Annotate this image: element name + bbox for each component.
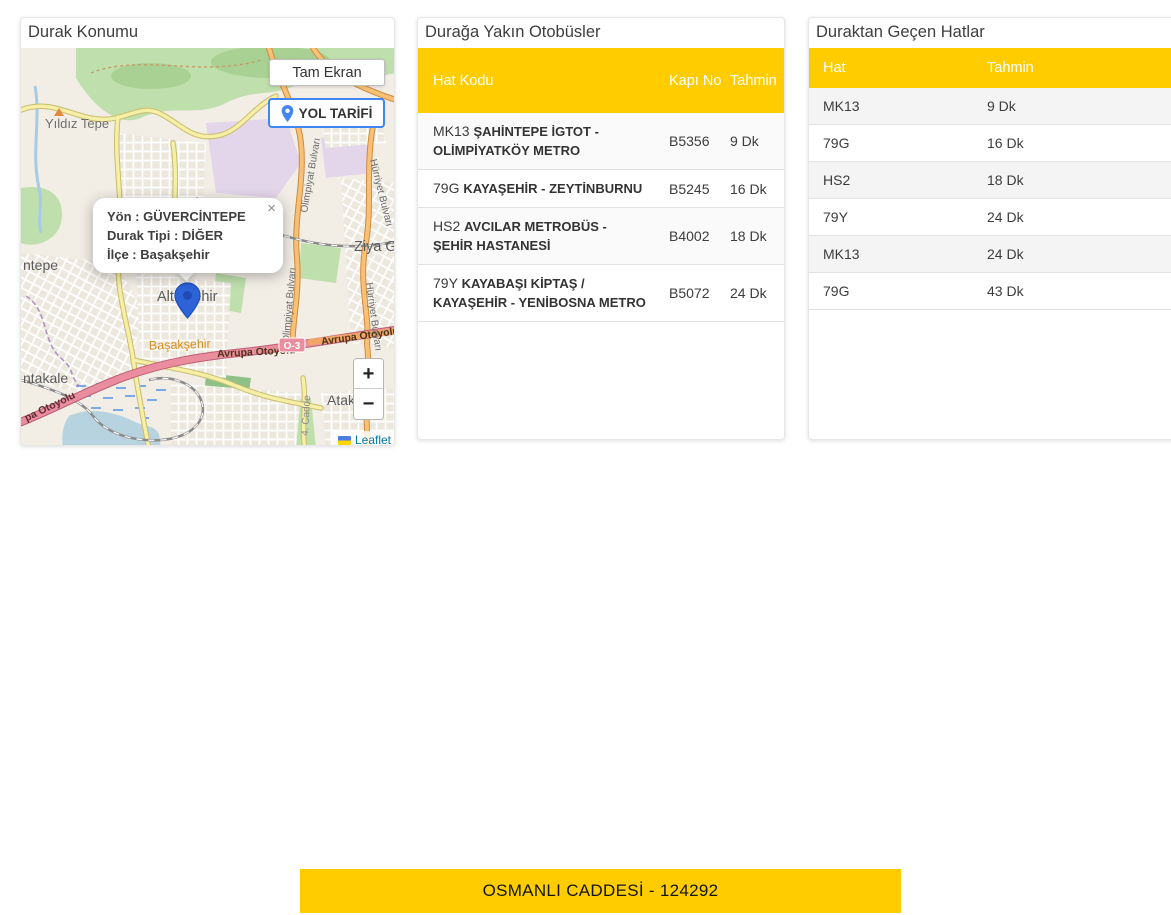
popup-stop-type: Durak Tipi : DİĞER — [107, 228, 224, 243]
column-header-tahmin: Tahmin — [730, 72, 777, 89]
line-code: 79Y — [823, 209, 848, 225]
passing-lines-title: Duraktan Geçen Hatlar — [816, 23, 985, 41]
door-number: B5245 — [669, 180, 710, 197]
route-code: 79Y — [433, 275, 458, 291]
column-header-hat: Hat — [823, 60, 846, 76]
map-label: Atak — [327, 392, 356, 408]
close-icon[interactable]: × — [267, 201, 276, 216]
leaflet-map[interactable]: Yıldız Tepe ntepe ntakale Altınşehir Ziy… — [21, 48, 395, 445]
eta-value: 43 Dk — [987, 283, 1024, 299]
passing-lines-rows: MK13 9 Dk 79G 16 Dk HS2 18 Dk 79Y 24 Dk … — [809, 88, 1171, 310]
map-attribution: Leaflet — [331, 431, 394, 445]
eta-value: 16 Dk — [987, 135, 1024, 151]
popup-direction: Yön : GÜVERCİNTEPE — [107, 209, 246, 224]
route-code: MK13 — [433, 123, 470, 139]
zoom-out-button[interactable]: − — [354, 389, 383, 419]
map-card-title: Durak Konumu — [28, 23, 139, 41]
door-number: B4002 — [669, 228, 710, 244]
column-header-kapi-no: Kapı No — [669, 72, 722, 89]
map-label: Ziya Gö — [354, 239, 395, 255]
eta-value: 18 Dk — [730, 228, 767, 244]
route-name: AVCILAR METROBÜS - ŞEHİR HASTANESİ — [433, 219, 607, 253]
table-row: MK13 9 Dk — [809, 88, 1171, 125]
popup-district: İlçe : Başakşehir — [107, 247, 210, 262]
stop-name-banner: OSMANLI CADDESİ - 124292 — [300, 869, 901, 913]
table-row: 79Y KAYABAŞI KİPTAŞ / KAYAŞEHİR - YENİBO… — [418, 265, 784, 322]
nearby-buses-rows: MK13 ŞAHİNTEPE İGTOT - OLİMPİYATKÖY METR… — [418, 113, 784, 322]
column-header-tahmin: Tahmin — [987, 60, 1034, 76]
line-code: 79G — [823, 135, 850, 151]
zoom-control: + − — [353, 358, 384, 420]
motorway-badge: O-3 — [284, 341, 301, 352]
passing-lines-header: Hat Tahmin — [809, 48, 1171, 88]
table-row: MK13 24 Dk — [809, 236, 1171, 273]
route-name: KAYABAŞI KİPTAŞ / KAYAŞEHİR - YENİBOSNA … — [433, 276, 646, 310]
map-label: Yıldız Tepe — [45, 116, 109, 131]
table-row: HS2 AVCILAR METROBÜS - ŞEHİR HASTANESİ B… — [418, 208, 784, 265]
table-row: MK13 ŞAHİNTEPE İGTOT - OLİMPİYATKÖY METR… — [418, 113, 784, 170]
fullscreen-button[interactable]: Tam Ekran — [269, 59, 385, 86]
column-header-hat-kodu: Hat Kodu — [433, 72, 494, 89]
eta-value: 9 Dk — [987, 98, 1016, 114]
map-label: Başakşehir — [149, 337, 211, 353]
map-label: 4. Cadde — [300, 395, 313, 437]
location-pin-icon — [281, 104, 293, 122]
table-row: 79G 43 Dk — [809, 273, 1171, 310]
table-row: 79Y 24 Dk — [809, 199, 1171, 236]
eta-value: 18 Dk — [987, 172, 1024, 188]
line-code: 79G — [823, 283, 850, 299]
passing-lines-card: Duraktan Geçen Hatlar Hat Tahmin MK13 9 … — [808, 17, 1171, 440]
eta-value: 9 Dk — [730, 133, 759, 149]
nearby-buses-card: Durağa Yakın Otobüsler Hat Kodu Kapı No … — [417, 17, 785, 440]
directions-button-label: YOL TARİFİ — [298, 105, 373, 121]
map-label: ntakale — [23, 370, 68, 386]
table-row: HS2 18 Dk — [809, 162, 1171, 199]
map-label: ntepe — [23, 257, 58, 273]
eta-value: 24 Dk — [987, 209, 1024, 225]
route-code: HS2 — [433, 218, 461, 234]
stop-location-card: Durak Konumu Yıldız Tepe ntepe ntakale Z… — [20, 17, 395, 446]
nearby-buses-title: Durağa Yakın Otobüsler — [425, 23, 601, 41]
eta-value: 16 Dk — [730, 180, 767, 197]
map-marker-icon[interactable] — [174, 282, 201, 319]
table-row: 79G 16 Dk — [809, 125, 1171, 162]
table-row: 79G KAYAŞEHİR - ZEYTİNBURNU B5245 16 Dk — [418, 170, 784, 208]
directions-button[interactable]: YOL TARİFİ — [268, 98, 385, 128]
page: Durak Konumu Yıldız Tepe ntepe ntakale Z… — [0, 0, 1171, 915]
line-code: MK13 — [823, 246, 860, 262]
door-number: B5356 — [669, 133, 710, 149]
ukraine-flag-icon — [337, 435, 351, 445]
leaflet-link[interactable]: Leaflet — [355, 433, 391, 445]
nearby-buses-header: Hat Kodu Kapı No Tahmin — [418, 48, 784, 113]
map-popup: × Yön : GÜVERCİNTEPE Durak Tipi : DİĞER … — [93, 198, 283, 273]
zoom-in-button[interactable]: + — [354, 359, 383, 389]
line-code: MK13 — [823, 98, 860, 114]
route-code: 79G — [433, 180, 460, 196]
door-number: B5072 — [669, 285, 710, 301]
line-code: HS2 — [823, 172, 851, 188]
eta-value: 24 Dk — [987, 246, 1024, 262]
eta-value: 24 Dk — [730, 285, 767, 301]
route-name: KAYAŞEHİR - ZEYTİNBURNU — [463, 181, 643, 196]
